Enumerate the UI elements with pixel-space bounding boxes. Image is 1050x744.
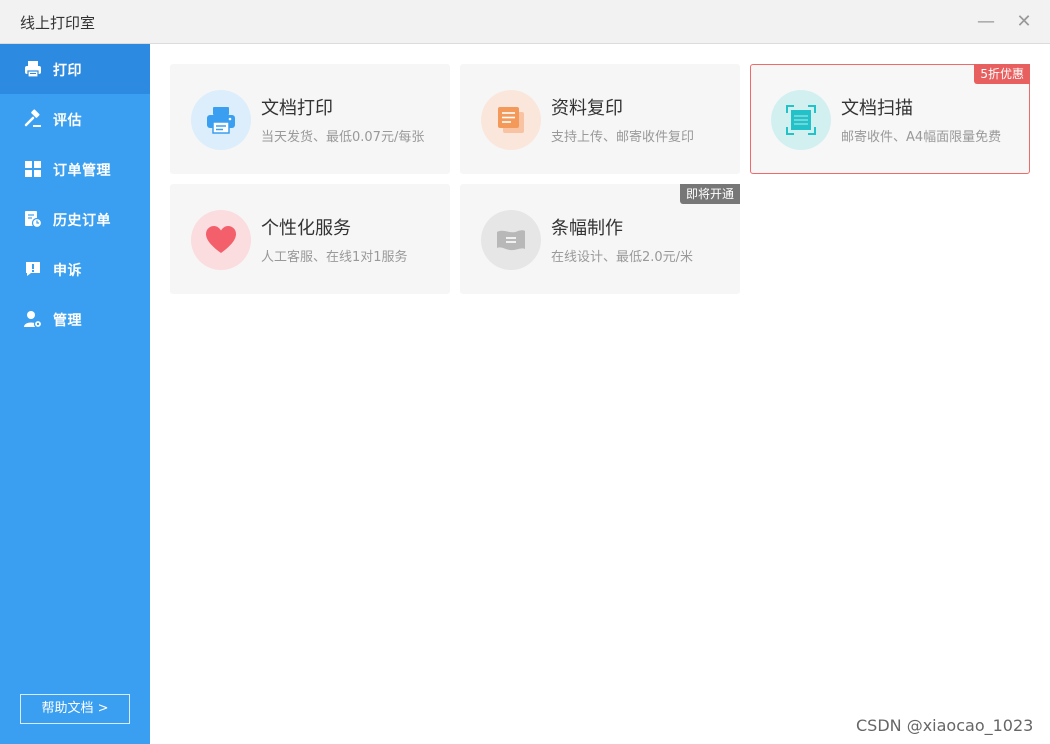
service-card-banner[interactable]: 条幅制作 在线设计、最低2.0元/米 即将开通 xyxy=(460,184,740,294)
card-title: 文档扫描 xyxy=(841,98,913,119)
sidebar-item-print[interactable]: 打印 xyxy=(0,44,150,94)
sidebar: 打印 评估 订单管理 历史订单 申诉 管理 帮助文档 > xyxy=(0,44,150,744)
user-settings-icon xyxy=(24,311,43,329)
sidebar-item-label: 评估 xyxy=(53,113,82,129)
history-icon xyxy=(25,211,43,229)
card-desc: 人工客服、在线1对1服务 xyxy=(261,250,408,265)
printer-icon xyxy=(25,61,41,78)
gavel-icon xyxy=(24,109,41,127)
sidebar-item-appeal[interactable]: 申诉 xyxy=(0,244,150,294)
card-title: 条幅制作 xyxy=(551,218,623,239)
sidebar-item-label: 订单管理 xyxy=(53,163,111,179)
printer-icon xyxy=(207,107,235,134)
discount-badge: 5折优惠 xyxy=(974,64,1030,84)
card-title: 个性化服务 xyxy=(261,218,351,239)
title-bar: 线上打印室 — ✕ xyxy=(0,0,1050,44)
heart-icon xyxy=(206,226,236,253)
service-card-copy[interactable]: 资料复印 支持上传、邮寄收件复印 xyxy=(460,64,740,174)
window-title: 线上打印室 xyxy=(20,14,96,32)
copy-icon xyxy=(498,107,524,133)
watermark: CSDN @xiaocao_1023 xyxy=(856,716,1034,735)
icon-circle xyxy=(771,90,831,150)
service-card-scan[interactable]: 文档扫描 邮寄收件、A4幅面限量免费 5折优惠 xyxy=(750,64,1030,174)
sidebar-item-history[interactable]: 历史订单 xyxy=(0,194,150,244)
sidebar-item-evaluate[interactable]: 评估 xyxy=(0,94,150,144)
coming-soon-badge: 即将开通 xyxy=(679,184,740,204)
card-desc: 当天发货、最低0.07元/每张 xyxy=(261,130,425,145)
sidebar-item-orders[interactable]: 订单管理 xyxy=(0,144,150,194)
help-docs-button[interactable]: 帮助文档 > xyxy=(20,694,130,724)
icon-circle xyxy=(481,90,541,150)
close-button[interactable]: ✕ xyxy=(1012,10,1036,34)
sidebar-item-manage[interactable]: 管理 xyxy=(0,294,150,344)
sidebar-item-label: 打印 xyxy=(53,63,82,79)
banner-icon xyxy=(497,230,525,251)
icon-circle xyxy=(191,210,251,270)
card-title: 文档打印 xyxy=(261,98,333,119)
sidebar-item-label: 管理 xyxy=(53,313,82,329)
card-title: 资料复印 xyxy=(551,98,623,119)
scan-icon xyxy=(786,105,816,135)
minimize-button[interactable]: — xyxy=(974,10,998,34)
icon-circle xyxy=(481,210,541,270)
grid-icon xyxy=(25,161,41,177)
alert-icon xyxy=(26,262,40,276)
icon-circle xyxy=(191,90,251,150)
service-card-personalized[interactable]: 个性化服务 人工客服、在线1对1服务 xyxy=(170,184,450,294)
service-card-document-print[interactable]: 文档打印 当天发货、最低0.07元/每张 xyxy=(170,64,450,174)
sidebar-item-label: 申诉 xyxy=(53,263,82,279)
card-desc: 在线设计、最低2.0元/米 xyxy=(551,250,694,265)
card-desc: 支持上传、邮寄收件复印 xyxy=(551,130,695,145)
sidebar-item-label: 历史订单 xyxy=(53,213,111,229)
card-desc: 邮寄收件、A4幅面限量免费 xyxy=(841,130,1002,145)
